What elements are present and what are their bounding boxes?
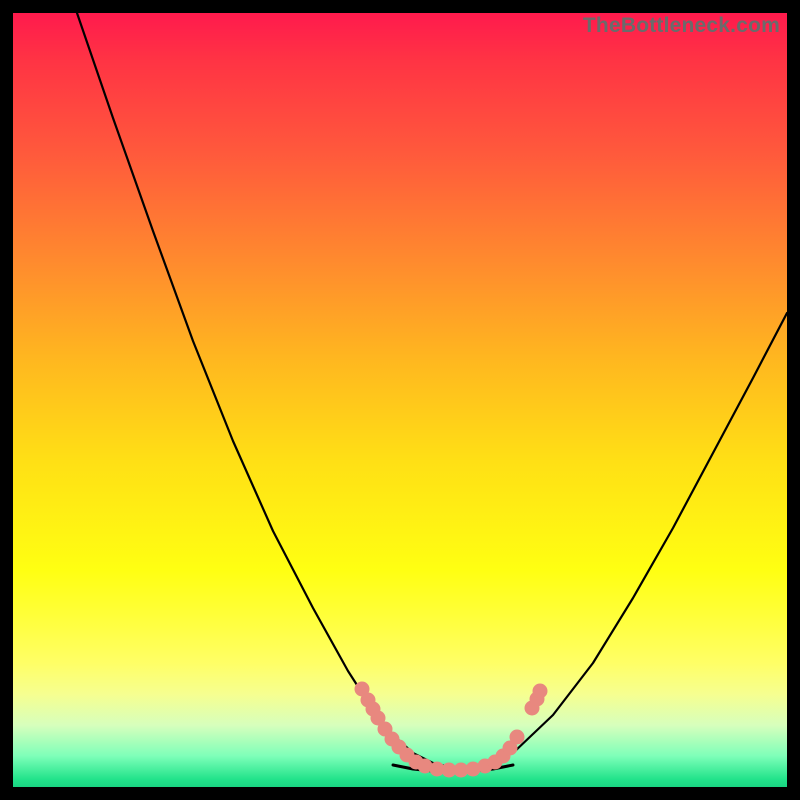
data-node bbox=[533, 684, 548, 699]
bottleneck-curve bbox=[13, 13, 787, 787]
curve-right-curve bbox=[473, 313, 787, 768]
curve-left-curve bbox=[77, 13, 453, 768]
watermark-text: TheBottleneck.com bbox=[583, 14, 780, 38]
chart-frame bbox=[13, 13, 787, 787]
data-node bbox=[510, 730, 525, 745]
